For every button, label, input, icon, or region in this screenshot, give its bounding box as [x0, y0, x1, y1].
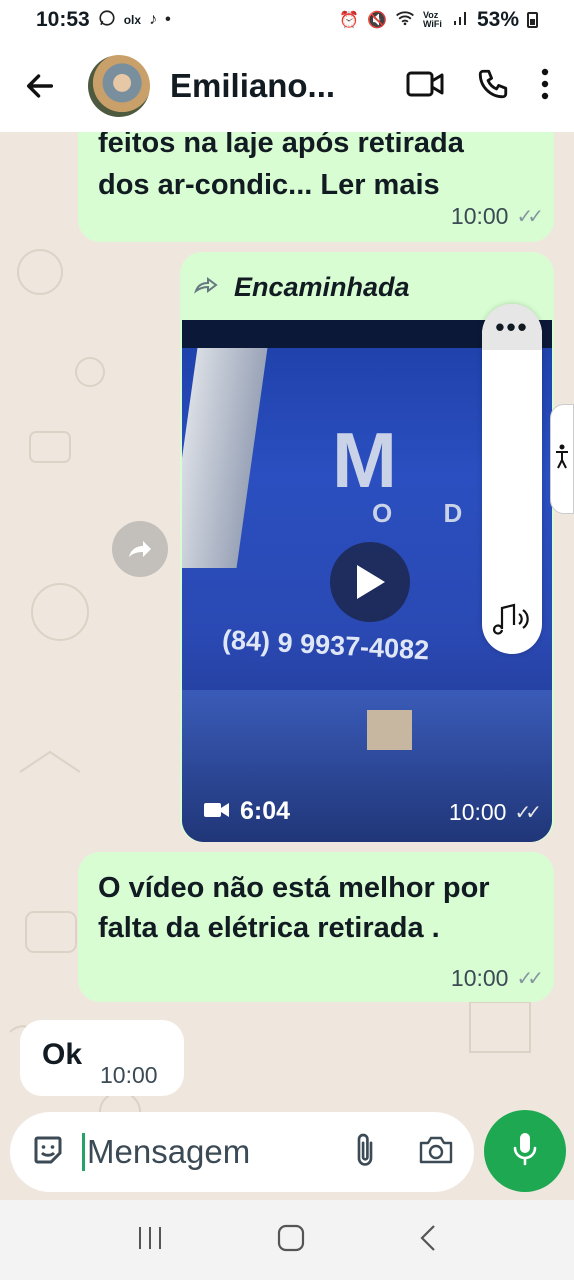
recent-apps-icon[interactable] [136, 1225, 164, 1256]
chat-area[interactable]: feitos na laje após retirada dos ar-cond… [0, 132, 574, 1200]
more-options-icon[interactable] [540, 67, 550, 106]
message-text: O vídeo não está melhor por falta da elé… [98, 872, 490, 944]
video-call-icon[interactable] [406, 69, 446, 104]
notification-dot-icon: • [165, 11, 171, 28]
message-time: 10:00 [448, 799, 507, 825]
attach-icon[interactable] [352, 1132, 378, 1173]
play-icon[interactable] [330, 542, 410, 622]
mic-icon [511, 1131, 539, 1172]
alarm-icon: ⏰ [339, 12, 360, 29]
message-outgoing-2[interactable]: O vídeo não está melhor por falta da elé… [78, 852, 554, 1002]
video-scene-panel [367, 710, 412, 750]
double-check-icon: ✓✓ [516, 968, 543, 990]
audio-note-icon[interactable] [482, 602, 542, 638]
olx-icon: olx [123, 13, 142, 27]
sign-phone: (84) 9 9937-4082 [221, 624, 430, 666]
sign-sub: O D [372, 498, 485, 528]
message-incoming[interactable]: Ok 10:00 [20, 1020, 184, 1096]
accessibility-icon [555, 443, 569, 476]
voz-wifi-label: Voz WiFi [422, 10, 442, 29]
video-duration: 6:04 [240, 797, 291, 825]
voice-call-icon[interactable] [476, 67, 510, 106]
sign-letters: M [332, 416, 401, 504]
accessibility-tab[interactable] [550, 404, 574, 514]
double-check-icon: ✓✓ [514, 802, 541, 824]
floating-side-panel[interactable]: ••• [482, 304, 542, 654]
mic-button[interactable] [484, 1110, 566, 1192]
sticker-icon[interactable] [30, 1132, 66, 1173]
message-time: 10:00 [450, 965, 509, 991]
status-bar: 10:53 olx ♪ • ⏰ 🔇 Voz WiFi 53% [0, 0, 574, 40]
message-time: 10:00 [100, 1062, 158, 1088]
mute-icon: 🔇 [367, 12, 387, 29]
forwarded-icon [194, 275, 220, 300]
system-nav-bar [0, 1200, 574, 1280]
home-icon[interactable] [277, 1224, 305, 1257]
tiktok-icon: ♪ [149, 11, 158, 28]
chat-header: Emiliano... [0, 40, 574, 132]
back-arrow-icon[interactable] [0, 69, 80, 103]
message-text-cut: feitos na laje após retirada [98, 132, 464, 159]
double-check-icon: ✓✓ [516, 206, 543, 228]
signal-icon [453, 10, 469, 31]
message-time: 10:00 [450, 203, 509, 229]
forwarded-label: Encaminhada [234, 272, 410, 302]
message-text: Ok [42, 1038, 83, 1071]
video-camera-icon [204, 797, 230, 826]
battery-icon [527, 12, 538, 28]
avatar[interactable] [88, 55, 150, 117]
forward-button[interactable] [112, 521, 168, 577]
message-outgoing-1[interactable]: feitos na laje após retirada dos ar-cond… [78, 132, 554, 242]
battery-percent: 53% [476, 8, 519, 31]
composer: Mensagem [10, 1112, 474, 1192]
whatsapp-icon [98, 9, 116, 32]
system-back-icon[interactable] [418, 1224, 438, 1257]
contact-name[interactable]: Emiliano... [170, 67, 340, 105]
status-time: 10:53 [36, 8, 90, 31]
message-input[interactable]: Mensagem [82, 1133, 302, 1171]
camera-icon[interactable] [418, 1134, 454, 1171]
wifi-icon [395, 10, 415, 31]
message-text: dos ar-condic... Ler mais [98, 169, 440, 201]
video-scene-wall [182, 348, 268, 568]
